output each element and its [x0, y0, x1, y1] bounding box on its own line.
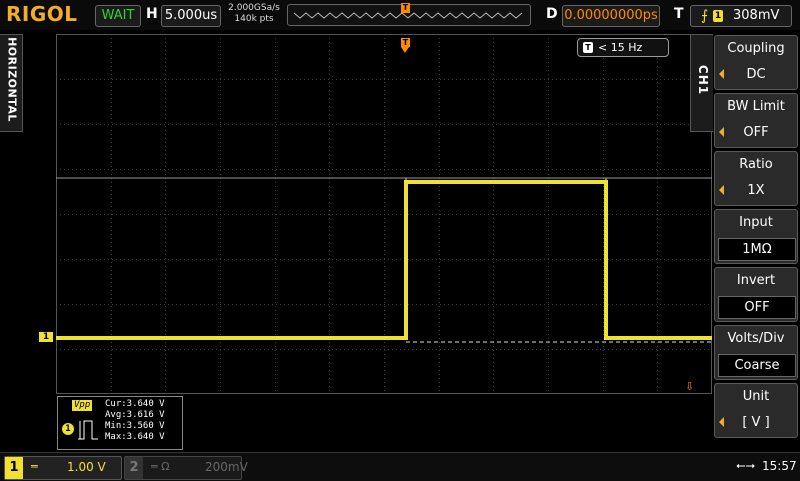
menu-item-value: 1X: [747, 183, 765, 198]
menu-item-unit[interactable]: Unit [ V ]: [714, 383, 798, 438]
measurement-channel: 1: [62, 423, 74, 435]
trigger-label: T: [674, 6, 684, 22]
measurement-cur: Cur:3.640 V: [105, 399, 165, 409]
menu-item-input[interactable]: Input 1MΩ: [714, 209, 798, 264]
waveform-display: [56, 34, 712, 394]
menu-item-volts-div[interactable]: Volts/Div Coarse: [714, 325, 798, 380]
ch2-number: 2: [125, 457, 143, 479]
menu-item-invert[interactable]: Invert OFF: [714, 267, 798, 322]
horizontal-label: H: [146, 6, 158, 22]
menu-item-bw-limit[interactable]: BW Limit OFF: [714, 93, 798, 148]
menu-item-value: OFF: [743, 125, 769, 140]
delay-value[interactable]: 0.00000000ps: [562, 5, 660, 27]
ch1-coupling-icon: ═: [31, 460, 38, 473]
frequency-counter: T < 15 Hz: [577, 38, 669, 57]
measurement-panel: Vpp 1 Cur:3.640 V Avg:3.616 V Min:3.560 …: [57, 396, 183, 450]
sample-rate: 2.000GSa/s: [228, 3, 280, 13]
menu-item-title: Unit: [742, 389, 770, 404]
trigger-settings[interactable]: ⨍ 1 308mV: [690, 5, 792, 27]
ch2-coupling-icon: ═ Ω: [151, 460, 170, 473]
usb-icon: ⭠⭢: [736, 458, 756, 472]
vpp-waveform-icon: [78, 420, 98, 440]
menu-item-title: Coupling: [727, 41, 785, 56]
trigger-icon: T: [583, 42, 593, 53]
measurement-max: Max:3.640 V: [105, 432, 165, 442]
rising-edge-icon: ⨍: [701, 8, 709, 24]
trigger-level: 308mV: [733, 8, 780, 23]
menu-item-title: Volts/Div: [727, 331, 785, 346]
menu-item-title: Ratio: [739, 157, 773, 172]
memory-depth: 140k pts: [234, 14, 274, 24]
channel-menu: Coupling DC BW Limit OFF Ratio 1X Input …: [712, 34, 800, 444]
measurement-min: Min:3.560 V: [105, 421, 165, 431]
brand-logo: RIGOL: [6, 2, 78, 26]
trigger-position-marker: T: [401, 3, 410, 13]
measurement-label: Vpp: [72, 400, 93, 411]
menu-item-coupling[interactable]: Coupling DC: [714, 35, 798, 90]
ch1-tab-label: CH1: [696, 64, 710, 96]
trigger-arrow-icon: [401, 47, 409, 53]
menu-item-value: Coarse: [718, 354, 796, 377]
ch1-scale: 1.00 V: [67, 460, 106, 474]
horizontal-tab[interactable]: HORIZONTAL: [0, 34, 23, 132]
ch1-status-button[interactable]: 1 ═ 1.00 V: [4, 456, 122, 480]
menu-item-title: Input: [739, 215, 773, 230]
bottom-status-bar: 1 ═ 1.00 V 2 ═ Ω 200mV ⭠⭢ 15:57: [0, 452, 800, 481]
horizontal-tab-label: HORIZONTAL: [5, 37, 19, 122]
ch2-status-button[interactable]: 2 ═ Ω 200mV: [124, 456, 248, 480]
trigger-time-marker[interactable]: T: [401, 38, 410, 47]
menu-item-value: OFF: [718, 296, 796, 319]
menu-item-value: DC: [746, 67, 766, 82]
menu-item-title: Invert: [736, 273, 776, 288]
ch1-offset-marker[interactable]: 1: [39, 332, 53, 342]
run-status[interactable]: WAIT: [95, 5, 141, 27]
measurement-avg: Avg:3.616 V: [105, 410, 165, 420]
clock: 15:57: [762, 459, 797, 473]
ch2-scale: 200mV: [205, 460, 248, 474]
menu-item-value: [ V ]: [742, 415, 770, 430]
graticule: [56, 34, 712, 394]
top-status-bar: RIGOL WAIT H 5.000us 2.000GSa/s 140k pts…: [0, 0, 800, 30]
acquisition-info: 2.000GSa/s 140k pts: [226, 3, 282, 25]
delay-label: D: [546, 6, 558, 22]
trigger-source: 1: [713, 10, 723, 22]
frequency-value: < 15 Hz: [598, 41, 643, 54]
timebase-value[interactable]: 5.000us: [161, 5, 221, 27]
menu-item-ratio[interactable]: Ratio 1X: [714, 151, 798, 206]
trigger-level-arrow-icon[interactable]: ⇩: [685, 380, 694, 393]
ch1-number: 1: [5, 457, 23, 479]
ch1-menu-tab[interactable]: CH1: [690, 34, 713, 132]
menu-item-title: BW Limit: [727, 99, 785, 114]
menu-item-value: 1MΩ: [718, 238, 796, 261]
